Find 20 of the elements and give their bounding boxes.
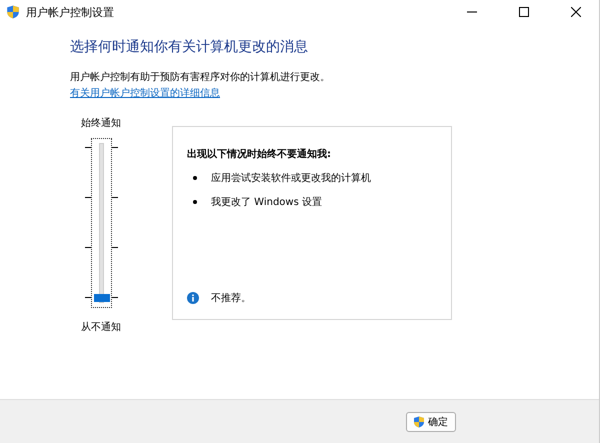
ok-button[interactable]: 确定: [406, 412, 456, 432]
window-title: 用户帐户控制设置: [26, 4, 115, 20]
panel-item: 我更改了 Windows 设置: [211, 196, 322, 209]
notification-slider[interactable]: [84, 138, 118, 308]
slider-top-label: 始终通知: [81, 116, 121, 130]
description: 用户帐户控制有助于预防有害程序对你的计算机进行更改。: [70, 70, 331, 84]
maximize-icon: [519, 7, 529, 17]
note-text: 不推荐。: [211, 292, 251, 305]
info-icon: [187, 292, 199, 304]
bullet-icon: [193, 200, 197, 204]
panel-item: 应用尝试安装软件或更改我的计算机: [211, 172, 371, 185]
slider-thumb[interactable]: [94, 294, 110, 302]
details-link[interactable]: 有关用户帐户控制设置的详细信息: [70, 86, 220, 100]
close-icon: [571, 7, 581, 17]
bullet-icon: [193, 176, 197, 180]
heading: 选择何时通知你有关计算机更改的消息: [70, 38, 309, 56]
slider-bottom-label: 从不通知: [81, 320, 121, 334]
shield-icon: [413, 416, 425, 428]
panel-title: 出现以下情况时始终不要通知我:: [187, 148, 332, 161]
shield-icon: [6, 5, 20, 19]
